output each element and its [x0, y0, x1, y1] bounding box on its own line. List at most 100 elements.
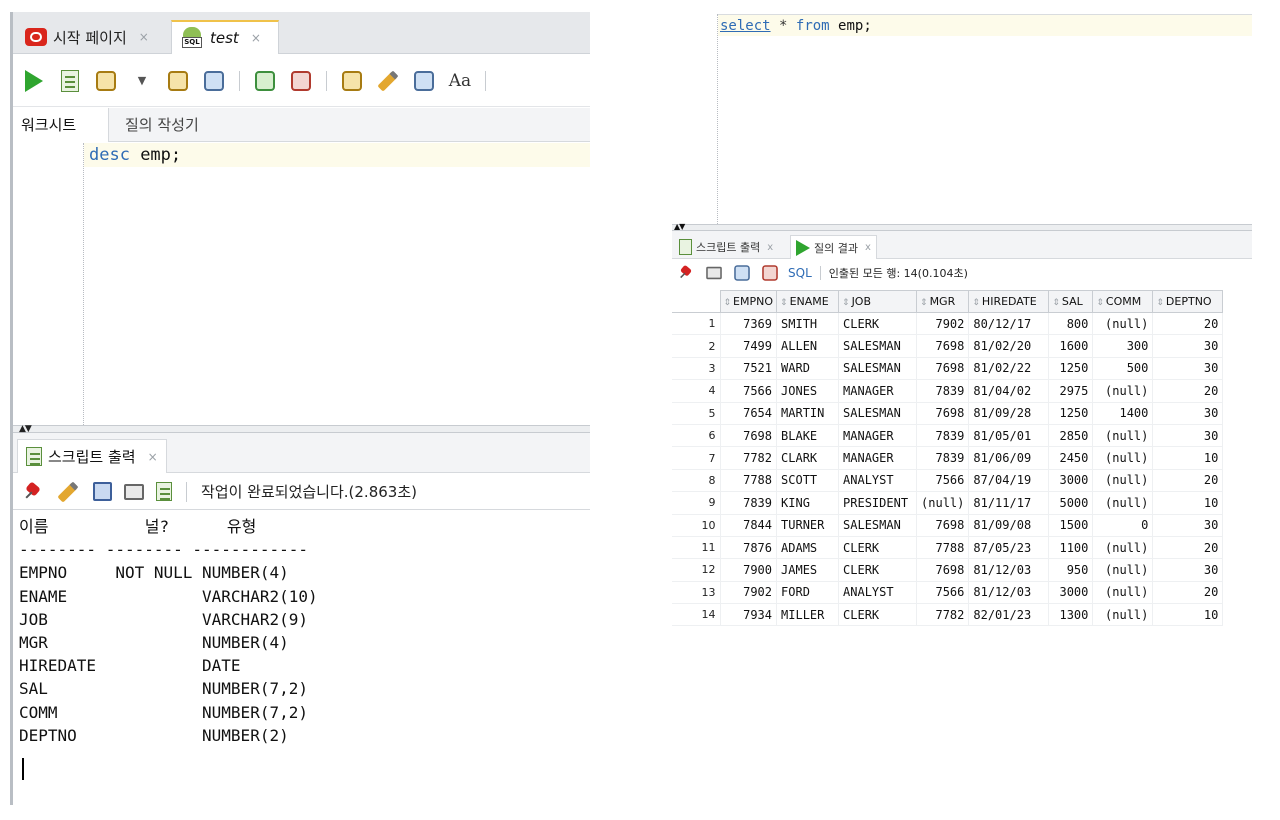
- table-row[interactable]: 13 7902 FORD ANALYST 7566 81/12/03 3000 (null) 2…: [672, 581, 1224, 605]
- cell-ename[interactable]: JONES: [776, 379, 840, 403]
- cell-mgr[interactable]: 7788: [916, 536, 970, 560]
- cell-comm[interactable]: (null): [1092, 558, 1154, 582]
- cell-job[interactable]: ANALYST: [838, 469, 918, 493]
- cell-job[interactable]: CLERK: [838, 536, 918, 560]
- cell-hiredate[interactable]: 81/02/22: [968, 357, 1050, 381]
- cell-deptno[interactable]: 30: [1152, 514, 1224, 537]
- cell-deptno[interactable]: 10: [1152, 603, 1224, 627]
- cell-deptno[interactable]: 20: [1152, 379, 1224, 403]
- table-row[interactable]: 9 7839 KING PRESIDENT (null) 81/11/17 5000 (nul…: [672, 491, 1224, 515]
- cell-ename[interactable]: TURNER: [776, 514, 840, 537]
- cell-hiredate[interactable]: 82/01/23: [968, 603, 1050, 627]
- cell-empno[interactable]: 7698: [720, 424, 778, 448]
- explain-plan-button[interactable]: [165, 68, 191, 94]
- cell-deptno[interactable]: 20: [1152, 469, 1224, 493]
- cell-deptno[interactable]: 30: [1152, 424, 1224, 448]
- cell-hiredate[interactable]: 81/06/09: [968, 446, 1050, 470]
- cell-sal[interactable]: 950: [1048, 558, 1094, 582]
- cell-job[interactable]: CLERK: [838, 558, 918, 582]
- cell-comm[interactable]: 300: [1092, 334, 1154, 358]
- tab-test[interactable]: SQL test ×: [171, 20, 279, 54]
- cell-job[interactable]: MANAGER: [838, 446, 918, 470]
- print-icon[interactable]: [124, 483, 144, 500]
- cell-job[interactable]: CLERK: [838, 603, 918, 627]
- collapse-arrows-icon[interactable]: ▲▼: [19, 425, 32, 434]
- cell-deptno[interactable]: 20: [1152, 312, 1224, 336]
- cell-mgr[interactable]: 7566: [916, 581, 970, 605]
- cell-comm[interactable]: (null): [1092, 312, 1154, 336]
- table-row[interactable]: 8 7788 SCOTT ANALYST 7566 87/04/19 3000 (null) 2…: [672, 469, 1224, 493]
- column-header-empno[interactable]: ⇕ EMPNO: [719, 290, 778, 313]
- cell-comm[interactable]: (null): [1092, 491, 1154, 515]
- cell-mgr[interactable]: 7839: [916, 424, 970, 448]
- cell-empno[interactable]: 7369: [720, 312, 778, 336]
- cancel-fetch-icon[interactable]: [762, 265, 778, 281]
- cell-empno[interactable]: 7499: [720, 334, 778, 358]
- tab-script-output[interactable]: 스크립트 출력 x: [674, 235, 778, 259]
- panel-splitter[interactable]: ▲▼: [672, 223, 1252, 231]
- sql-history-button[interactable]: [411, 68, 437, 94]
- table-row[interactable]: 5 7654 MARTIN SALESMAN 7698 81/09/28 1250 1400 3…: [672, 402, 1224, 425]
- pin-icon[interactable]: [23, 482, 43, 502]
- unshared-sql-button[interactable]: [339, 68, 365, 94]
- close-icon[interactable]: ×: [139, 30, 149, 44]
- cell-job[interactable]: SALESMAN: [838, 357, 918, 381]
- cell-hiredate[interactable]: 87/04/19: [968, 469, 1050, 493]
- cell-mgr[interactable]: 7698: [916, 558, 970, 582]
- column-header-hiredate[interactable]: ⇕ HIREDATE: [968, 290, 1050, 313]
- close-icon[interactable]: x: [865, 242, 871, 253]
- cell-mgr[interactable]: 7902: [916, 312, 970, 336]
- close-icon[interactable]: x: [767, 242, 773, 253]
- cell-sal[interactable]: 1250: [1048, 357, 1094, 381]
- cell-mgr[interactable]: (null): [916, 491, 970, 515]
- cell-mgr[interactable]: 7839: [916, 379, 970, 403]
- tab-query-result[interactable]: 질의 결과 x: [790, 235, 877, 259]
- cell-hiredate[interactable]: 87/05/23: [968, 536, 1050, 560]
- cell-empno[interactable]: 7900: [720, 558, 778, 582]
- column-header-job[interactable]: ⇕ JOB: [838, 290, 918, 313]
- format-case-button[interactable]: Aa: [447, 68, 473, 94]
- cell-empno[interactable]: 7934: [720, 603, 778, 627]
- tab-script-output[interactable]: 스크립트 출력 ×: [17, 439, 167, 473]
- table-row[interactable]: 1 7369 SMITH CLERK 7902 80/12/17 800 (null) 20: [672, 312, 1224, 336]
- cell-ename[interactable]: ADAMS: [776, 536, 840, 560]
- cell-job[interactable]: MANAGER: [838, 379, 918, 403]
- clear-button[interactable]: [375, 68, 401, 94]
- sql-link[interactable]: SQL: [788, 266, 812, 280]
- cell-ename[interactable]: KING: [776, 491, 840, 515]
- tab-query-builder[interactable]: 질의 작성기: [117, 108, 207, 142]
- cell-comm[interactable]: (null): [1092, 424, 1154, 448]
- cell-job[interactable]: MANAGER: [838, 424, 918, 448]
- cell-comm[interactable]: (null): [1092, 581, 1154, 605]
- commit-button[interactable]: [252, 68, 278, 94]
- cell-deptno[interactable]: 10: [1152, 446, 1224, 470]
- cell-job[interactable]: CLERK: [838, 312, 918, 336]
- table-row[interactable]: 12 7900 JAMES CLERK 7698 81/12/03 950 (null) 30: [672, 558, 1224, 582]
- cell-mgr[interactable]: 7698: [916, 357, 970, 381]
- script-icon[interactable]: [156, 482, 172, 501]
- cell-mgr[interactable]: 7698: [916, 334, 970, 358]
- cell-empno[interactable]: 7654: [720, 402, 778, 425]
- cell-sal[interactable]: 1500: [1048, 514, 1094, 537]
- cell-mgr[interactable]: 7698: [916, 514, 970, 537]
- cell-empno[interactable]: 7521: [720, 357, 778, 381]
- cell-hiredate[interactable]: 81/09/08: [968, 514, 1050, 537]
- cell-empno[interactable]: 7782: [720, 446, 778, 470]
- panel-splitter[interactable]: ▲▼: [13, 425, 590, 434]
- cell-comm[interactable]: 500: [1092, 357, 1154, 381]
- cell-comm[interactable]: 0: [1092, 514, 1154, 537]
- sql-tuning-button[interactable]: [201, 68, 227, 94]
- print-icon[interactable]: [706, 266, 722, 280]
- column-header-ename[interactable]: ⇕ ENAME: [776, 290, 840, 313]
- cell-mgr[interactable]: 7566: [916, 469, 970, 493]
- dropdown-button[interactable]: ▼: [129, 68, 155, 94]
- cell-mgr[interactable]: 7782: [916, 603, 970, 627]
- cell-empno[interactable]: 7566: [720, 379, 778, 403]
- cell-ename[interactable]: FORD: [776, 581, 840, 605]
- cell-hiredate[interactable]: 81/12/03: [968, 558, 1050, 582]
- cell-empno[interactable]: 7788: [720, 469, 778, 493]
- cell-ename[interactable]: WARD: [776, 357, 840, 381]
- cell-sal[interactable]: 800: [1048, 312, 1094, 336]
- cell-deptno[interactable]: 20: [1152, 536, 1224, 560]
- cell-sal[interactable]: 5000: [1048, 491, 1094, 515]
